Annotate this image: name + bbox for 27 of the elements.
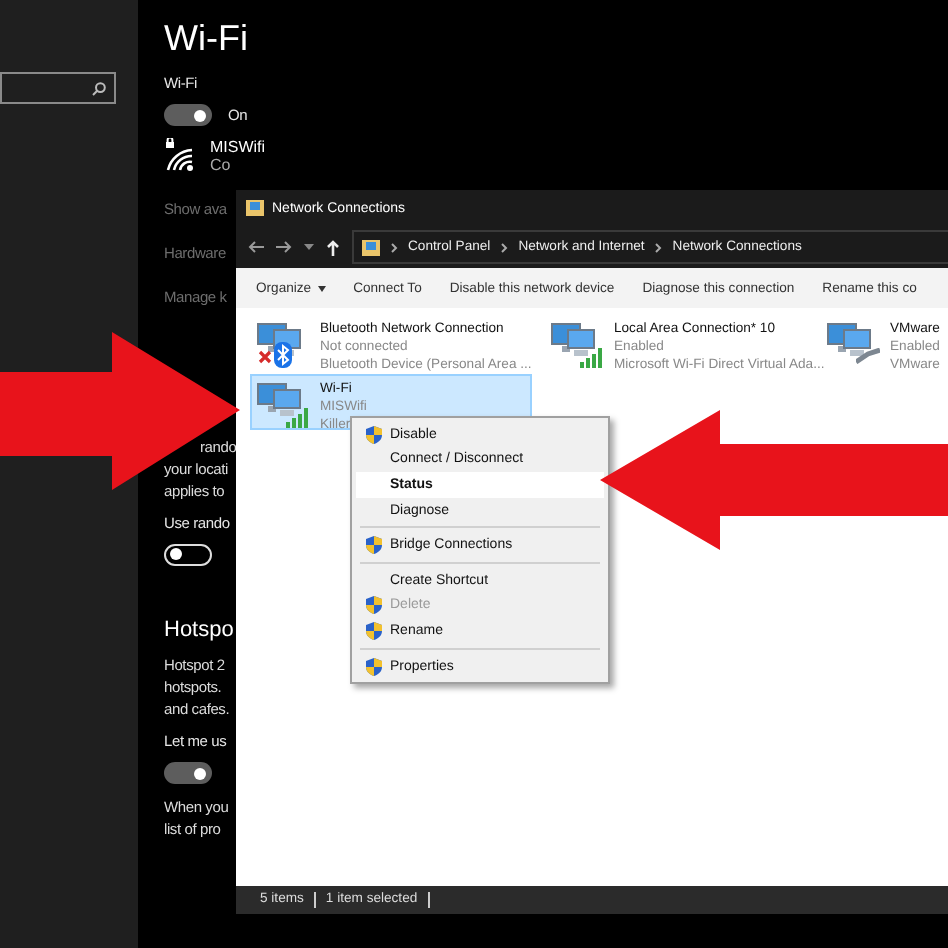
- cable-icon: [856, 348, 880, 364]
- network-status: Co: [210, 156, 233, 174]
- chevron-icon: [654, 241, 663, 253]
- toggle-switch[interactable]: [164, 104, 212, 126]
- caret-icon: [317, 285, 326, 291]
- chevron-icon: [500, 241, 509, 253]
- search-field[interactable]: [0, 72, 116, 104]
- caret-icon[interactable]: [304, 244, 314, 250]
- bluetooth-icon: [274, 342, 292, 368]
- signal-icon: [286, 408, 310, 428]
- search-icon: [92, 81, 106, 95]
- computer-icon: [256, 380, 304, 420]
- page-title: Wi-Fi: [164, 18, 250, 60]
- up-icon[interactable]: [326, 239, 340, 255]
- network-folder-icon: [362, 239, 380, 255]
- computer-icon: [826, 320, 874, 360]
- signal-icon: [580, 348, 604, 368]
- back-icon[interactable]: [248, 240, 264, 254]
- toggle-switch[interactable]: [164, 544, 212, 566]
- network-name: MISWifi: [210, 138, 266, 156]
- forward-icon[interactable]: [276, 240, 292, 254]
- computer-icon: [550, 320, 598, 360]
- network-folder-icon: [246, 200, 264, 216]
- wifi-lock-icon: [164, 138, 194, 172]
- section-heading: Hotspo: [164, 618, 234, 642]
- chevron-icon: [390, 241, 398, 253]
- toggle-switch[interactable]: [164, 762, 212, 784]
